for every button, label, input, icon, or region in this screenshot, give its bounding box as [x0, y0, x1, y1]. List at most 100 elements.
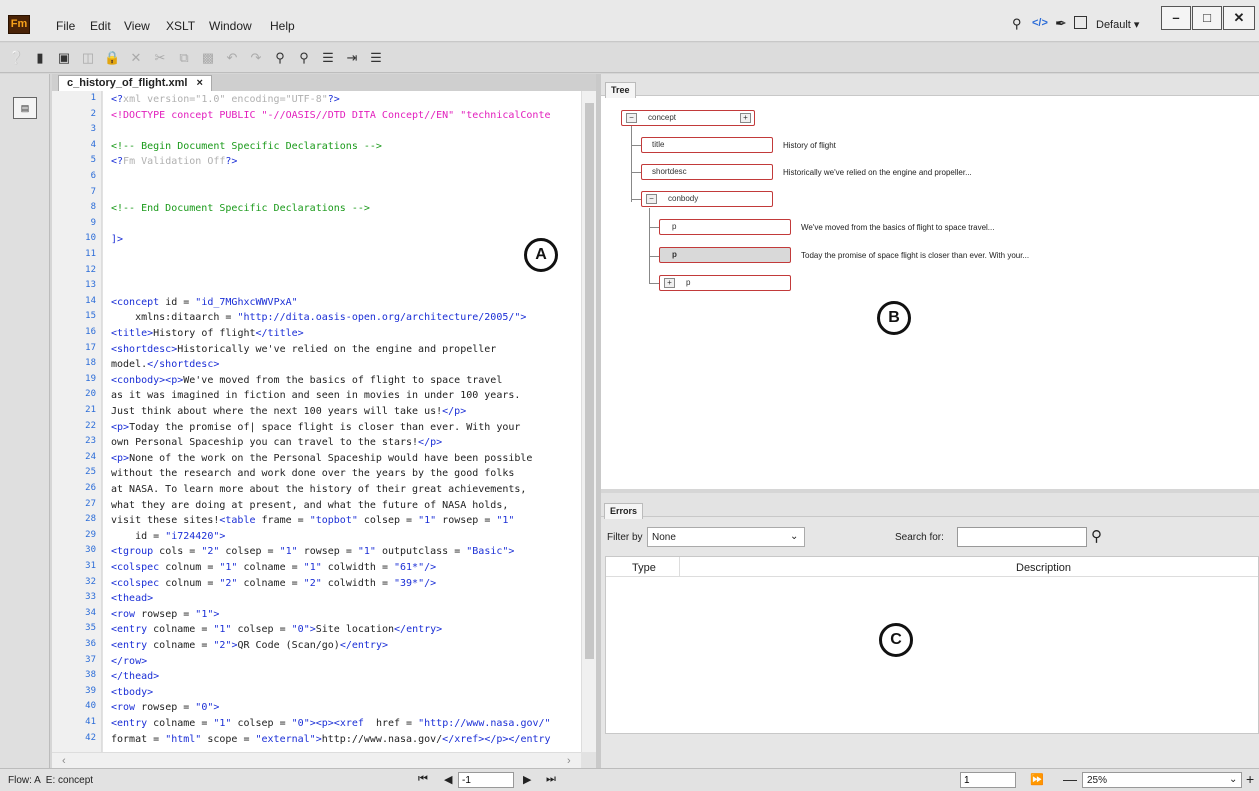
tree-node-p-selected[interactable]: p [659, 247, 791, 263]
outdent-icon[interactable]: ⇥ [344, 50, 360, 66]
column-type[interactable]: Type [632, 562, 656, 574]
first-page-icon[interactable]: ⏮ [418, 773, 428, 786]
find-icon[interactable]: ⚲ [272, 50, 288, 66]
search-input[interactable] [957, 527, 1087, 547]
tab-tree[interactable]: Tree [605, 82, 636, 98]
code-line: <row rowsep = "1"> [111, 608, 219, 621]
code-token: "id_7MGhxcWWVPxA" [195, 296, 298, 308]
indent-icon[interactable]: ☰ [320, 50, 336, 66]
last-page-icon[interactable]: ⏭ [546, 773, 556, 786]
code-token: colnum = [165, 562, 220, 573]
code-token: "html" [165, 733, 202, 745]
add-icon[interactable]: + [740, 113, 751, 123]
chevron-right-icon[interactable]: › [567, 755, 571, 767]
cut-icon[interactable]: ✂ [152, 50, 168, 66]
page-number-field[interactable] [960, 772, 1016, 788]
prev-page-icon[interactable]: ◀ [444, 773, 452, 786]
code-token: "http://www.nasa.gov/" [418, 718, 551, 729]
plus-icon[interactable]: + [1246, 771, 1254, 787]
undo-icon[interactable]: ↶ [224, 50, 240, 66]
collapse-icon[interactable]: − [646, 194, 657, 204]
zoom-select[interactable]: 25% ⌄ [1082, 772, 1242, 788]
line-number: 36 [85, 639, 96, 649]
line-number: 24 [85, 451, 96, 462]
code-token: <conbody><p> [111, 374, 184, 386]
code-token: colname = [153, 640, 214, 651]
code-token: xml version="1.0" encoding="UTF-8" [123, 94, 328, 105]
horizontal-scrollbar[interactable]: ‹ › [52, 752, 581, 768]
code-token: "1" [418, 515, 437, 527]
document-panel-icon[interactable]: ▤ [13, 97, 37, 119]
code-token: rowsep = [141, 608, 196, 620]
code-line: <p>None of the work on the Personal Spac… [111, 452, 532, 465]
code-token: colname = [153, 624, 214, 636]
code-token: <table [219, 515, 262, 527]
menu-xslt[interactable]: XSLT [166, 19, 195, 33]
tree-node-concept[interactable]: − concept + [621, 110, 755, 126]
maximize-button[interactable]: □ [1192, 6, 1222, 30]
tab-document[interactable]: c_history_of_flight.xml × [58, 75, 212, 91]
zoom-value: 25% [1087, 775, 1108, 786]
close-button[interactable]: ✕ [1223, 6, 1255, 30]
list-icon[interactable]: ☰ [368, 50, 384, 66]
collapse-icon[interactable]: − [626, 113, 637, 123]
code-line: xmlns:ditaarch = "http://dita.oasis-open… [111, 311, 526, 324]
code-token: own Personal Spaceship you can travel to… [111, 437, 419, 449]
pen-icon[interactable]: ✒ [1055, 15, 1067, 32]
menu-window[interactable]: Window [209, 19, 252, 33]
menu-help[interactable]: Help [270, 19, 295, 33]
code-token: rowsep = [297, 546, 358, 558]
copy-icon[interactable]: ⧉ [176, 50, 192, 66]
menu-edit[interactable]: Edit [90, 19, 111, 33]
next-page-icon[interactable]: ▶ [523, 773, 531, 786]
code-token: <title> [111, 328, 154, 339]
code-token: model. [111, 359, 148, 371]
new-doc-icon[interactable]: ▮ [32, 50, 48, 66]
tree-node-conbody[interactable]: − conbody [641, 191, 773, 207]
vertical-scrollbar[interactable] [581, 91, 596, 752]
expand-icon[interactable]: + [664, 278, 675, 288]
code-token: <colspec [111, 577, 166, 589]
lock-icon[interactable]: 🔒 [104, 50, 120, 66]
filter-select[interactable]: None ⌄ [647, 527, 805, 547]
redo-icon[interactable]: ↷ [248, 50, 264, 66]
code-view-icon[interactable]: </> [1032, 17, 1048, 29]
search-icon[interactable]: ⚲ [1012, 16, 1022, 32]
save-icon[interactable]: ◫ [80, 50, 96, 66]
open-icon[interactable]: ▣ [56, 50, 72, 66]
page-field[interactable] [458, 772, 514, 788]
code-token: We've moved from the basics of flight to… [183, 374, 503, 386]
help-icon[interactable]: ❔ [8, 50, 24, 66]
tree-node-p-collapsed[interactable]: + p [659, 275, 791, 291]
line-number: 39 [85, 685, 96, 696]
line-number: 37 [85, 654, 96, 665]
tree-node-p[interactable]: p [659, 219, 791, 235]
menu-file[interactable]: File [56, 19, 75, 33]
code-token: colsep = [231, 718, 292, 729]
layout-icon[interactable] [1074, 16, 1087, 29]
line-number: 17 [85, 342, 96, 353]
workspace-selector[interactable]: Default ▾ [1096, 18, 1139, 31]
paste-icon[interactable]: ▩ [200, 50, 216, 66]
tree-node-title[interactable]: title [641, 137, 773, 153]
code-token: id = [111, 530, 166, 542]
chevron-left-icon[interactable]: ‹ [62, 755, 66, 767]
tree-node-shortdesc[interactable]: shortdesc [641, 164, 773, 180]
minimize-button[interactable]: – [1161, 6, 1191, 30]
close-doc-icon[interactable]: ✕ [128, 50, 144, 66]
column-description[interactable]: Description [1016, 562, 1071, 574]
code-token: <row [111, 608, 142, 620]
menu-view[interactable]: View [124, 19, 150, 33]
close-icon[interactable]: × [196, 77, 202, 89]
tab-errors[interactable]: Errors [604, 503, 644, 519]
code-token: "1" [357, 546, 376, 558]
scrollbar-thumb[interactable] [585, 103, 594, 659]
code-area[interactable]: <?xml version="1.0" encoding="UTF-8"?> <!… [103, 91, 581, 752]
line-number: 19 [85, 373, 96, 384]
search-icon[interactable]: ⚲ [1091, 527, 1102, 545]
code-token: None of the work on the Personal Spacesh… [129, 452, 533, 464]
find-next-icon[interactable]: ⚲ [296, 50, 312, 66]
line-number: 18 [85, 358, 96, 369]
zoom-out-icon[interactable]: ⏩ [1030, 773, 1044, 786]
minus-icon[interactable]: — [1063, 771, 1077, 787]
